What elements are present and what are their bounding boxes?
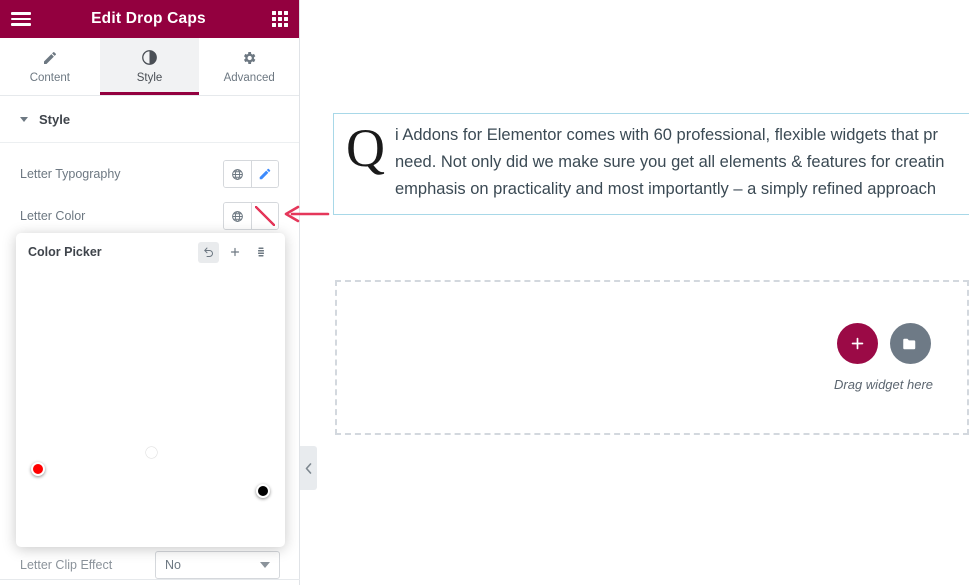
control-letter-clip-effect: Letter Clip Effect No — [0, 545, 300, 585]
elementor-settings-panel: Edit Drop Caps Content Style Advanced St… — [0, 0, 300, 585]
no-color-swatch-icon[interactable] — [251, 203, 278, 229]
pencil-icon — [42, 50, 58, 66]
chevron-left-icon — [305, 462, 312, 474]
plus-icon — [851, 337, 863, 350]
editor-canvas: Q i Addons for Elementor comes with 60 p… — [300, 0, 969, 585]
left-arrow-annotation-icon — [284, 203, 330, 230]
panel-tabs: Content Style Advanced — [0, 38, 299, 96]
drop-area-buttons — [836, 323, 931, 364]
tab-advanced-label: Advanced — [223, 71, 275, 84]
gear-icon — [241, 50, 257, 66]
chevron-down-icon — [260, 562, 270, 568]
tab-style-label: Style — [136, 72, 163, 84]
tab-content-label: Content — [29, 71, 70, 84]
control-letter-color: Letter Color — [0, 195, 299, 237]
tab-advanced[interactable]: Advanced — [199, 38, 299, 95]
open-template-library-button[interactable] — [889, 323, 931, 364]
letter-color-label: Letter Color — [20, 209, 86, 223]
tab-content[interactable]: Content — [0, 38, 100, 95]
hamburger-menu-icon[interactable] — [11, 12, 31, 26]
panel-collapse-handle[interactable] — [300, 446, 317, 490]
dropcap-letter: Q — [346, 118, 385, 178]
letter-typography-label: Letter Typography — [20, 167, 121, 181]
half-circle-icon — [141, 49, 158, 66]
saturation-cursor[interactable] — [146, 447, 157, 458]
pencil-edit-icon[interactable] — [251, 161, 278, 187]
letter-color-buttons — [223, 202, 279, 230]
color-picker-popup: Color Picker — [16, 233, 285, 547]
panel-title: Edit Drop Caps — [91, 10, 206, 27]
letter-clip-effect-label: Letter Clip Effect — [20, 558, 113, 572]
letter-clip-effect-value: No — [165, 558, 181, 572]
widget-drop-area[interactable]: Drag widget here — [335, 280, 969, 435]
alpha-slider-handle[interactable] — [256, 484, 270, 498]
plus-icon[interactable] — [224, 242, 245, 263]
color-picker-header: Color Picker — [16, 233, 285, 271]
globe-icon[interactable] — [224, 161, 251, 187]
dropcap-widget[interactable]: Q i Addons for Elementor comes with 60 p… — [333, 113, 969, 215]
app-root: Edit Drop Caps Content Style Advanced St… — [0, 0, 969, 585]
caret-down-icon — [20, 116, 28, 122]
letter-typography-buttons — [223, 160, 279, 188]
tab-style[interactable]: Style — [99, 38, 200, 95]
hue-slider-handle[interactable] — [31, 462, 45, 476]
add-widget-button[interactable] — [836, 323, 878, 364]
letter-clip-effect-select[interactable]: No — [155, 551, 280, 579]
folder-icon — [903, 338, 916, 349]
control-letter-typography: Letter Typography — [0, 153, 299, 195]
style-section-header[interactable]: Style — [0, 96, 299, 143]
globe-icon[interactable] — [224, 203, 251, 229]
layers-palette-icon[interactable] — [250, 242, 271, 263]
color-picker-title: Color Picker — [28, 245, 102, 259]
panel-header: Edit Drop Caps — [0, 0, 299, 38]
undo-reset-icon[interactable] — [198, 241, 219, 263]
grid-apps-icon[interactable] — [271, 11, 288, 27]
style-section-title: Style — [39, 111, 71, 127]
dropcap-body-text: i Addons for Elementor comes with 60 pro… — [395, 126, 945, 199]
drag-widget-label: Drag widget here — [834, 377, 933, 392]
color-picker-actions — [198, 241, 271, 263]
